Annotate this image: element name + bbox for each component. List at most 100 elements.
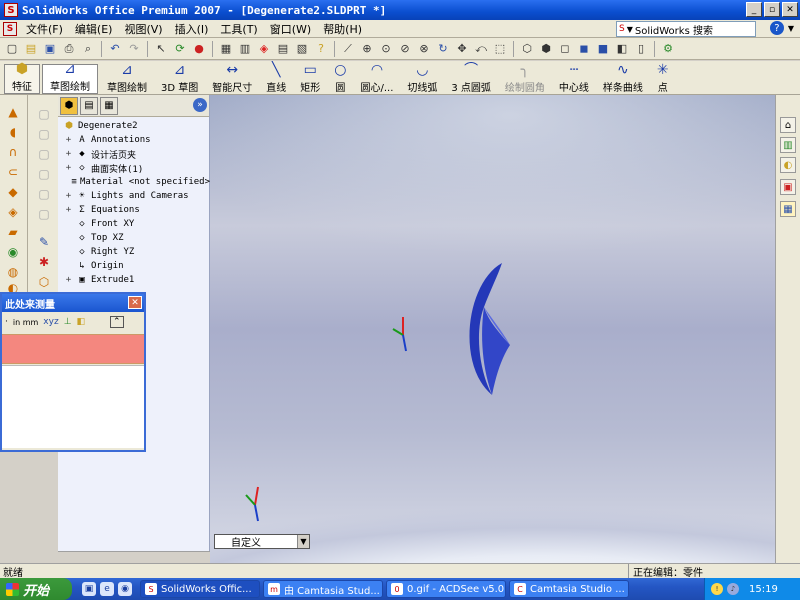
desktop-icon[interactable]: ▣ (82, 582, 96, 596)
chamfer-icon[interactable]: ▰ (5, 225, 21, 239)
search-input[interactable]: S ▼ SolidWorks 搜索 (616, 21, 756, 37)
command-tangent-arc[interactable]: ◡ 切线弧 (400, 62, 444, 95)
wireframe-icon[interactable]: ⬡ (519, 41, 535, 57)
taskbar-task[interactable]: C Camtasia Studio ... (509, 580, 629, 598)
maximize-button[interactable]: ▫ (764, 2, 780, 17)
surface-knit-icon[interactable]: ▢ (36, 207, 52, 221)
xyz-icon[interactable]: xyz (43, 317, 58, 327)
reference-geometry-icon[interactable]: ✎ (36, 235, 52, 249)
expand-icon[interactable]: + (64, 275, 73, 285)
command-sketch[interactable]: ⊿ 草图绘制 (100, 62, 154, 95)
command-spline[interactable]: ∿ 样条曲线 (596, 62, 650, 95)
properties-icon[interactable]: ▧ (294, 41, 310, 57)
surface-extrude-icon[interactable]: ▢ (36, 107, 52, 121)
traffic-light-icon[interactable]: ● (191, 41, 207, 57)
configuration-manager-tab[interactable]: ▦ (100, 96, 118, 115)
view-settings-icon[interactable]: ▯ (633, 41, 649, 57)
tree-item[interactable]: ◇ Top XZ (58, 231, 210, 245)
axis-icon[interactable]: ⊥ (64, 317, 72, 327)
command-3point-arc[interactable]: ⌒ 3 点圆弧 (444, 62, 498, 95)
addins-icon[interactable]: ⚙ (660, 41, 676, 57)
surface-fill-icon[interactable]: ▢ (36, 187, 52, 201)
sweep-icon[interactable]: ∩ (5, 145, 21, 159)
hidden-lines-visible-icon[interactable]: ⬢ (538, 41, 554, 57)
property-manager-tab[interactable]: ▤ (80, 96, 98, 115)
menu-tools[interactable]: 工具(T) (214, 21, 263, 37)
selection-box[interactable] (2, 334, 144, 364)
tree-item[interactable]: ↳ Origin (58, 259, 210, 273)
expand-icon[interactable]: + (64, 205, 73, 215)
redo-icon[interactable]: ↷ (126, 41, 142, 57)
layout-icon[interactable]: ▤ (275, 41, 291, 57)
taskbar-task[interactable]: 0 0.gif - ACDSee v5.0 (386, 580, 506, 598)
extrude-boss-icon[interactable]: ▲ (5, 105, 21, 119)
open-icon[interactable]: ▤ (23, 41, 39, 57)
taskbar-task[interactable]: m 由 Camtasia Stud... (263, 580, 383, 598)
tree-item[interactable]: + ☀ Lights and Cameras (58, 189, 210, 203)
section-view-icon[interactable]: ◧ (614, 41, 630, 57)
command-line[interactable]: ╲ 直线 (259, 62, 293, 95)
surface-sweep-icon[interactable]: ▢ (36, 147, 52, 161)
command-3d-sketch[interactable]: ⊿ 3D 草图 (154, 62, 205, 95)
file-explorer-icon[interactable]: ◐ (780, 157, 796, 173)
command-centerline[interactable]: ┄ 中心线 (552, 62, 596, 95)
view-orientation-icon[interactable]: ⬚ (492, 41, 508, 57)
media-icon[interactable]: ◉ (118, 582, 132, 596)
new-document-icon[interactable]: ▢ (4, 41, 20, 57)
tree-item[interactable]: + ▣ Extrude1 (58, 273, 210, 287)
rebuild-icon[interactable]: ⟳ (172, 41, 188, 57)
close-icon[interactable]: ✕ (128, 296, 142, 309)
curves-icon[interactable]: ✱ (36, 255, 52, 269)
cut-icon[interactable]: ◆ (5, 185, 21, 199)
print-preview-icon[interactable]: ⌕ (80, 41, 96, 57)
expand-icon[interactable]: + (64, 149, 73, 159)
tab-features[interactable]: ⬢ 特征 (4, 62, 40, 94)
options-icon[interactable]: ▦ (218, 41, 234, 57)
menu-insert[interactable]: 插入(I) (169, 21, 215, 37)
expand-icon[interactable]: + (64, 191, 73, 201)
collapse-panel-icon[interactable]: » (193, 98, 207, 112)
instant3d-icon[interactable]: ⬡ (36, 275, 52, 289)
rib-icon[interactable]: ◉ (5, 245, 21, 259)
start-button[interactable]: 开始 (0, 578, 72, 600)
browser-icon[interactable]: e (100, 582, 114, 596)
save-icon[interactable]: ▣ (42, 41, 58, 57)
expand-icon[interactable]: + (64, 135, 73, 145)
shaded-with-edges-icon[interactable]: ◼ (576, 41, 592, 57)
rotate-view-icon[interactable]: ↻ (435, 41, 451, 57)
shaded-icon[interactable]: ■ (595, 41, 611, 57)
undo-icon[interactable]: ↶ (107, 41, 123, 57)
close-button[interactable]: ✕ (782, 2, 798, 17)
select-filter-icon[interactable]: ◧ (77, 317, 86, 327)
search-dropdown-icon[interactable]: ▼ (788, 24, 794, 33)
solidworks-resources-icon[interactable]: ⌂ (780, 117, 796, 133)
tree-item[interactable]: + Σ Equations (58, 203, 210, 217)
command-rectangle[interactable]: ▭ 矩形 (293, 62, 327, 95)
tree-root[interactable]: ⬢ Degenerate2 (58, 119, 210, 133)
menu-window[interactable]: 窗口(W) (264, 21, 317, 37)
tree-item[interactable]: ◇ Front XY (58, 217, 210, 231)
app-icon[interactable]: S (4, 3, 18, 17)
surface-loft-icon[interactable]: ▢ (36, 167, 52, 181)
command-point[interactable]: ✳ 点 (650, 62, 676, 95)
grid-icon[interactable]: ▥ (237, 41, 253, 57)
pan-icon[interactable]: ✥ (454, 41, 470, 57)
fillet-icon[interactable]: ◈ (5, 205, 21, 219)
zoom-in-out-icon[interactable]: ⊘ (397, 41, 413, 57)
document-icon[interactable]: S (3, 21, 17, 36)
surface-revolve-icon[interactable]: ▢ (36, 127, 52, 141)
select-icon[interactable]: ↖ (153, 41, 169, 57)
tree-item[interactable]: + A Annotations (58, 133, 210, 147)
help-icon[interactable]: ? (769, 21, 784, 35)
tree-item[interactable]: + ◇ 曲面实体(1) (58, 161, 210, 175)
view-orientation-dropdown[interactable]: 自定义 ▼ (214, 534, 310, 549)
zoom-area-icon[interactable]: ⊙ (378, 41, 394, 57)
expand-icon[interactable]: + (64, 163, 73, 173)
command-smart-dimension[interactable]: ↔ 智能尺寸 (205, 62, 259, 95)
minimize-button[interactable]: _ (746, 2, 762, 17)
menu-edit[interactable]: 编辑(E) (69, 21, 119, 37)
taskbar-task[interactable]: S SolidWorks Offic... (140, 580, 260, 598)
command-circle[interactable]: ○ 圆 (327, 62, 353, 95)
print-icon[interactable]: ⎙ (61, 41, 77, 57)
measure-tool-icon[interactable]: · (5, 317, 8, 327)
